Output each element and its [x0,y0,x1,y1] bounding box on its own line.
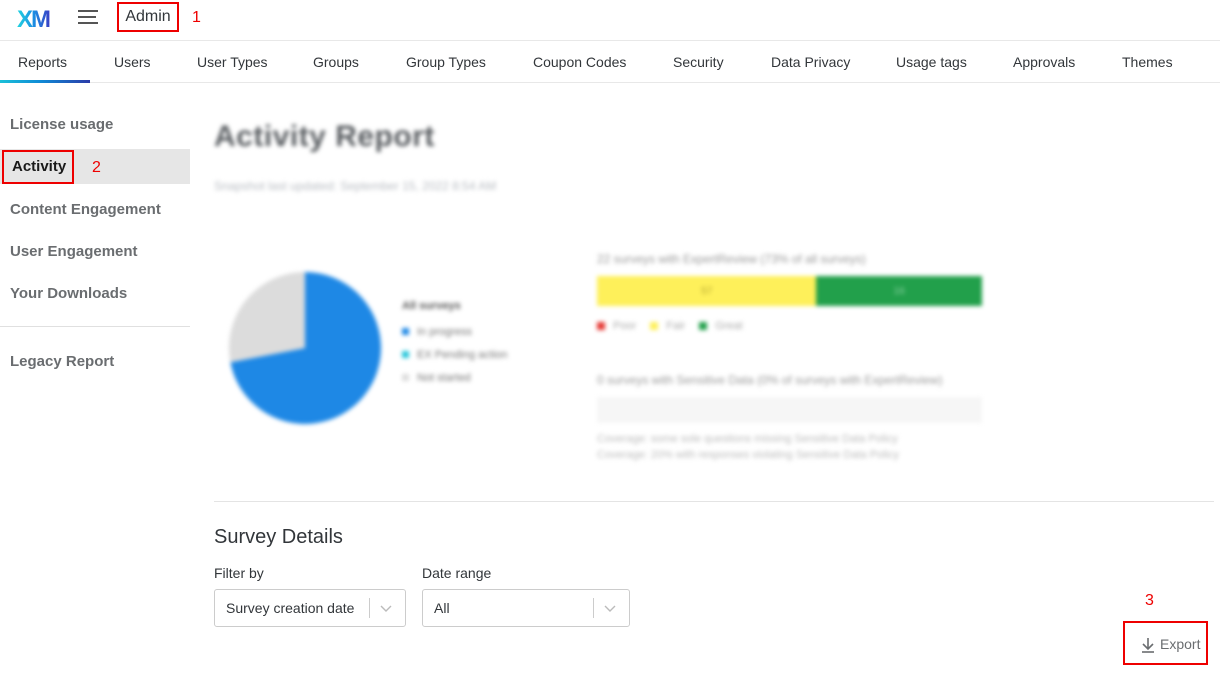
sensitive-data-bar [597,397,982,423]
tab-themes[interactable]: Themes [1122,41,1173,82]
sidebar-item-label: License usage [10,116,114,133]
expert-review-title: 22 surveys with ExpertReview (73% of all… [597,252,866,266]
date-range-value: All [434,600,450,616]
top-bar: XM Admin 1 [0,0,1220,41]
annotation-1: 1 [192,9,201,26]
filter-by-select[interactable]: Survey creation date [214,589,406,627]
sidebar-item-label: Content Engagement [10,201,161,218]
admin-tabs: Reports Users User Types Groups Group Ty… [0,41,1220,83]
filter-by-value: Survey creation date [226,600,355,616]
sidebar-item-label: User Engagement [10,243,138,260]
annotation-3: 3 [1145,592,1154,609]
tab-reports[interactable]: Reports [18,41,67,82]
legend-item-poor: Poor [597,320,636,332]
legend-swatch [402,328,409,335]
legend-item-great: Great [699,320,743,332]
legend-swatch [402,374,409,381]
sidebar-item-your-downloads[interactable]: Your Downloads [0,276,190,311]
sidebar-item-license-usage[interactable]: License usage [0,107,190,142]
active-tab-indicator [0,80,90,83]
pie-slice-not-started [229,272,305,363]
tab-data-privacy[interactable]: Data Privacy [771,41,850,82]
section-divider [214,501,1214,502]
admin-label[interactable]: Admin [117,2,179,32]
sensitive-data-summary: 0 surveys with Sensitive Data (0% of sur… [597,373,982,463]
svg-text:XM: XM [17,6,50,31]
sidebar-item-legacy-report[interactable]: Legacy Report [0,344,190,379]
tab-usage-tags[interactable]: Usage tags [896,41,967,82]
tab-coupon-codes[interactable]: Coupon Codes [533,41,626,82]
annotation-2: 2 [92,159,101,176]
sensitive-data-title: 0 surveys with Sensitive Data (0% of sur… [597,373,943,387]
sidebar-item-user-engagement[interactable]: User Engagement [0,234,190,269]
sidebar-item-content-engagement[interactable]: Content Engagement [0,192,190,227]
sidebar-item-label: Legacy Report [10,353,115,370]
chevron-down-icon [380,605,392,612]
sensitive-note-2: Coverage: 20% with responses violating S… [597,449,900,461]
survey-details-heading: Survey Details [214,526,343,548]
pie-legend-item: Not started [402,366,508,389]
filter-by-label: Filter by [214,565,264,581]
pie-legend: All surveys In progress EX Pending actio… [402,300,508,389]
pie-legend-title: All surveys [402,300,461,312]
pie-legend-item: In progress [402,320,508,343]
sidebar-item-label: Activity [2,150,75,184]
date-range-select[interactable]: All [422,589,630,627]
expert-review-stacked-bar: 57 16 [597,276,982,306]
legend-swatch [402,351,409,358]
chevron-down-icon [604,605,616,612]
export-button[interactable]: Export [1123,621,1208,665]
bar-segment-great: 16 [816,276,982,306]
export-label: Export [1160,636,1201,652]
tab-security[interactable]: Security [673,41,724,82]
xm-logo-icon[interactable]: XM [17,5,57,31]
expert-review-summary: 22 surveys with ExpertReview (73% of all… [597,252,982,332]
date-range-label: Date range [422,565,492,581]
menu-icon[interactable] [78,10,98,26]
tab-approvals[interactable]: Approvals [1013,41,1075,82]
survey-status-pie-chart [229,272,381,424]
page-title: Activity Report [214,120,435,153]
sidebar-divider [0,326,190,327]
tab-user-types[interactable]: User Types [197,41,268,82]
sidebar-item-label: Your Downloads [10,285,128,302]
bar-segment-fair: 57 [597,276,817,306]
legend-item-fair: Fair [650,320,685,332]
tab-group-types[interactable]: Group Types [406,41,486,82]
download-icon [1142,638,1154,653]
tab-users[interactable]: Users [114,41,151,82]
pie-legend-item: EX Pending action [402,343,508,366]
tab-groups[interactable]: Groups [313,41,359,82]
sensitive-note-1: Coverage: some sole questions missing Se… [597,433,898,445]
snapshot-timestamp: Snapshot last updated: September 15, 202… [214,179,497,193]
expert-review-legend: Poor Fair Great [597,320,982,332]
